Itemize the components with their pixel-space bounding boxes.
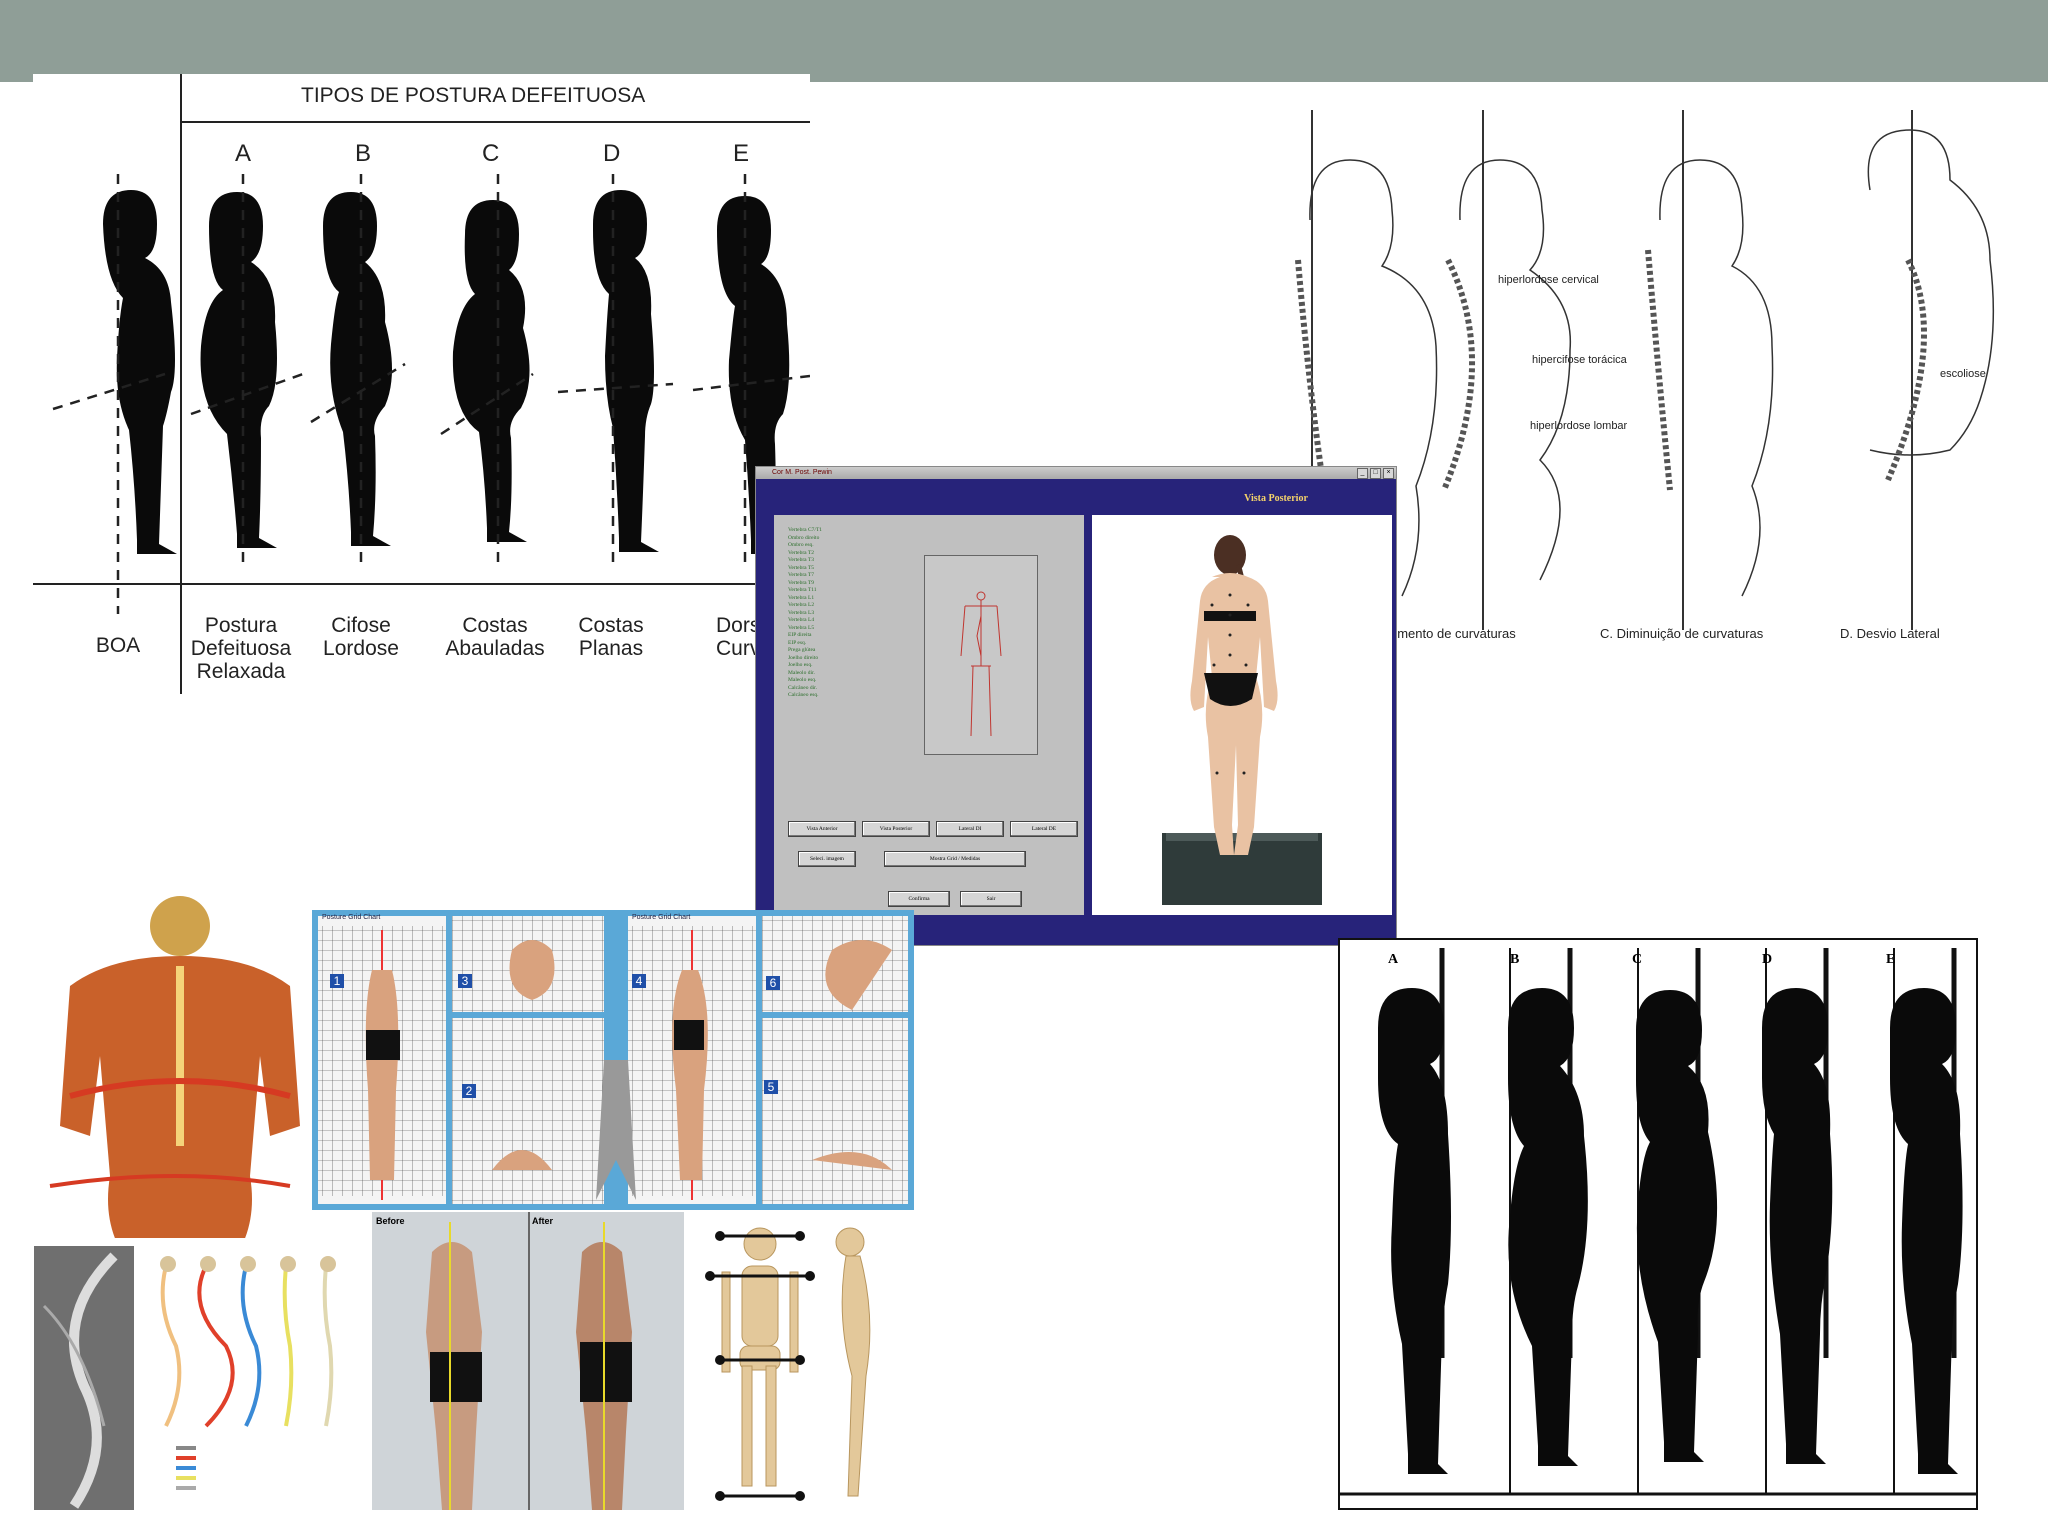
window-controls: _ □ × — [1357, 468, 1394, 479]
silhouettes-drawing — [1338, 938, 1978, 1510]
landmark-item[interactable]: Vertebra C7/T1 — [788, 527, 822, 535]
landmark-item[interactable]: Calcâneo esq. — [788, 692, 822, 700]
caption-b: umento de curvaturas — [1390, 626, 1516, 641]
sil-letter-e: E — [1886, 952, 1896, 967]
landmark-item[interactable]: EIP direita — [788, 632, 822, 640]
landmark-item[interactable]: Vertebra L5 — [788, 625, 822, 633]
annotation-scoliosis: escoliose — [1940, 368, 1986, 380]
grid-number-3: 3 — [458, 974, 472, 988]
window-titlebar[interactable]: Cor M. Post. Pewin — [756, 467, 1396, 479]
view-front-button[interactable]: Vista Anterior — [788, 821, 856, 837]
grid-number-6: 6 — [766, 976, 780, 990]
landmark-item[interactable]: Joelho direito — [788, 655, 822, 663]
landmark-item[interactable]: Vertebra T2 — [788, 550, 822, 558]
posture-grid-chart: Posture Grid Chart Posture Grid Chart 1 … — [312, 910, 914, 1210]
close-icon[interactable]: × — [1383, 468, 1394, 479]
grid-chart-header-right: Posture Grid Chart — [632, 914, 691, 921]
label-kyphosis-lordosis: Cifose Lordose — [323, 614, 399, 660]
landmark-item[interactable]: Ombro direito — [788, 535, 822, 543]
before-after-photo: Before After — [372, 1212, 684, 1510]
window-title: Cor M. Post. Pewin — [772, 469, 832, 476]
landmark-item[interactable]: Vertebra L2 — [788, 602, 822, 610]
side-left-button[interactable]: Lateral DI — [936, 821, 1004, 837]
annotation-cervical: hiperlordose cervical — [1498, 274, 1599, 286]
label-flat-back: Costas Planas — [578, 614, 644, 660]
landmark-list: Vertebra C7/T1 Ombro direito Ombro esq. Ver… — [788, 527, 822, 700]
back-anatomy-image — [30, 896, 310, 1276]
view-back-button[interactable]: Vista Posterior — [862, 821, 930, 837]
landmark-item[interactable]: Maleolo esq. — [788, 677, 822, 685]
spine-xray-image — [34, 1246, 134, 1510]
landmark-item[interactable]: Ombro esq. — [788, 542, 822, 550]
posture-types-figure: TIPOS DE POSTURA DEFEITUOSA A B C D E BO… — [33, 74, 811, 694]
annotation-thoracic: hipercifose torácica — [1532, 354, 1627, 366]
letter-a: A — [235, 140, 252, 167]
view-title: Vista Posterior — [1244, 493, 1308, 504]
landmark-item[interactable]: Vertebra T9 — [788, 580, 822, 588]
grid-number-5: 5 — [764, 1080, 778, 1094]
stick-figure-preview — [924, 555, 1038, 755]
landmark-item[interactable]: Calcâneo dir. — [788, 685, 822, 693]
landmark-item[interactable]: Prega glútea — [788, 647, 822, 655]
posture-types-title: TIPOS DE POSTURA DEFEITUOSA — [301, 84, 646, 107]
landmark-item[interactable]: Joelho esq. — [788, 662, 822, 670]
landmark-item[interactable]: Vertebra T11 — [788, 587, 822, 595]
letter-d: D — [603, 140, 621, 167]
select-image-button[interactable]: Seleci. imagem — [798, 851, 856, 867]
landmark-item[interactable]: Vertebra L4 — [788, 617, 822, 625]
landmark-item[interactable]: Maleolo dir. — [788, 670, 822, 678]
sil-letter-b: B — [1510, 952, 1520, 967]
caption-c: C. Diminuição de curvaturas — [1600, 626, 1764, 641]
control-panel: Vertebra C7/T1 Ombro direito Ombro esq. Ver… — [774, 515, 1084, 915]
sil-letter-d: D — [1762, 952, 1773, 967]
label-boa: BOA — [95, 634, 141, 657]
letter-c: C — [482, 140, 500, 167]
landmark-item[interactable]: Vertebra T7 — [788, 572, 822, 580]
header-bar — [0, 0, 2048, 82]
before-label: Before — [376, 1216, 405, 1226]
spine-curves-diagram — [146, 1246, 346, 1510]
sil-letter-a: A — [1388, 952, 1399, 967]
posture-software-window[interactable]: Cor M. Post. Pewin _ □ × Vista Posterior… — [755, 466, 1397, 946]
quit-button[interactable]: Sair — [960, 891, 1022, 907]
label-rounded-back: Costas Abauladas — [445, 614, 545, 660]
caption-d: D. Desvio Lateral — [1840, 626, 1940, 641]
grid-number-2: 2 — [462, 1084, 476, 1098]
confirm-button[interactable]: Confirma — [888, 891, 950, 907]
landmark-item[interactable]: EIP esq. — [788, 640, 822, 648]
side-right-button[interactable]: Lateral DE — [1010, 821, 1078, 837]
grid-number-1: 1 — [330, 974, 344, 988]
grid-number-4: 4 — [632, 974, 646, 988]
annotation-lumbar: hiperlordose lombar — [1530, 420, 1628, 432]
posture-types-drawing — [33, 74, 811, 694]
posterior-view-photo — [1092, 515, 1392, 915]
display-button[interactable]: Mostra Grid / Medidas — [884, 851, 1026, 867]
skeleton-diagram — [700, 1216, 900, 1506]
maximize-icon[interactable]: □ — [1370, 468, 1381, 479]
minimize-icon[interactable]: _ — [1357, 468, 1368, 479]
letter-b: B — [355, 140, 372, 167]
label-relaxed: Postura Defeituosa Relaxada — [190, 614, 292, 683]
after-label: After — [532, 1216, 554, 1226]
grid-chart-header-left: Posture Grid Chart — [322, 914, 381, 921]
sil-letter-c: C — [1632, 952, 1643, 967]
landmark-item[interactable]: Vertebra L3 — [788, 610, 822, 618]
landmark-item[interactable]: Vertebra T3 — [788, 557, 822, 565]
letter-e: E — [733, 140, 750, 167]
landmark-item[interactable]: Vertebra L1 — [788, 595, 822, 603]
landmark-item[interactable]: Vertebra T5 — [788, 565, 822, 573]
posture-silhouettes-figure: A B C D E — [1338, 938, 1978, 1510]
